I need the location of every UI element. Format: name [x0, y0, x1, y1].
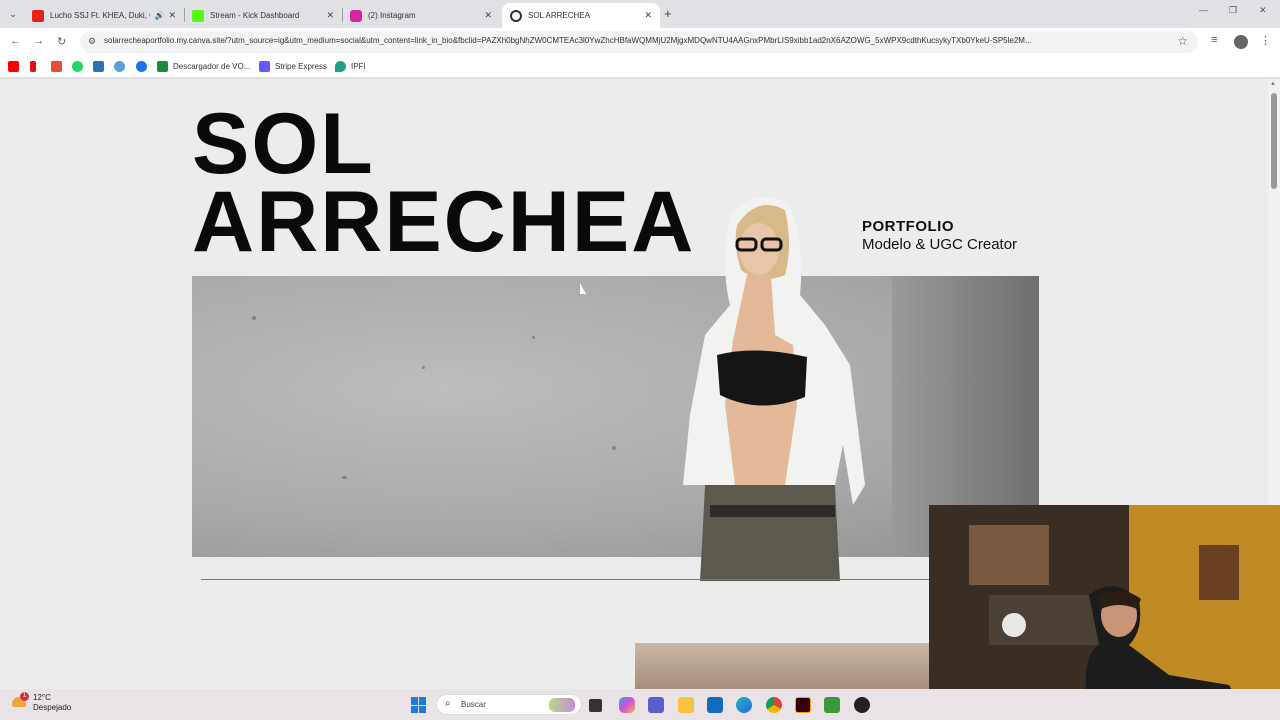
- close-icon[interactable]: ✕: [326, 10, 334, 21]
- tab-youtube[interactable]: Lucho SSJ Ft. KHEA, Duki, C 🔊 ✕: [24, 3, 184, 28]
- copilot-icon[interactable]: [619, 697, 635, 713]
- play-icon: [136, 61, 147, 72]
- section-divider: [201, 579, 929, 580]
- scroll-up-arrow[interactable]: ▲: [1270, 81, 1276, 87]
- address-bar[interactable]: ⚙ solarrecheaportfolio.my.canva.site/?ut…: [80, 31, 1198, 53]
- tab-label: (2) Instagram: [368, 11, 416, 20]
- bookmark-whatsapp[interactable]: [72, 61, 88, 72]
- close-icon[interactable]: ✕: [168, 10, 176, 21]
- bookmarks-bar: Descargador de VO... Stripe Express IPFI: [0, 56, 1280, 78]
- second-photo-preview: [635, 643, 935, 689]
- concrete-texture-banner: [192, 276, 1039, 557]
- media-control-icon[interactable]: ≡: [1211, 34, 1217, 46]
- bookmark-label: Descargador de VO...: [173, 62, 251, 71]
- bookmark-youtube[interactable]: [8, 61, 24, 72]
- search-icon: ⌕: [445, 698, 451, 709]
- texture-speck: [252, 316, 256, 320]
- weather-desc: Despejado: [33, 703, 72, 712]
- texture-speck: [422, 366, 425, 369]
- tab-sol-arrechea[interactable]: SOL ARRECHEA ✕: [502, 3, 660, 28]
- tab-label: SOL ARRECHEA: [528, 11, 590, 20]
- obs-icon[interactable]: [854, 697, 870, 713]
- site-info-icon[interactable]: ⚙: [88, 36, 96, 47]
- teams-icon[interactable]: [648, 697, 664, 713]
- tab-search-icon[interactable]: ⌄: [5, 6, 21, 22]
- portfolio-heading: PORTFOLIO: [862, 218, 954, 235]
- chrome-icon[interactable]: [766, 697, 782, 713]
- start-tile: [419, 697, 426, 705]
- bookmark-play[interactable]: [136, 61, 152, 72]
- taskbar-search[interactable]: ⌕ Buscar: [436, 694, 582, 715]
- file-explorer-icon[interactable]: [678, 697, 694, 713]
- youtube-icon: [8, 61, 19, 72]
- outlook-icon[interactable]: [707, 697, 723, 713]
- stripe-icon: [259, 61, 270, 72]
- start-tile: [419, 705, 426, 713]
- bookmark-adobe[interactable]: [51, 61, 67, 72]
- start-tile: [411, 697, 418, 705]
- tab-label: Stream - Kick Dashboard: [210, 11, 300, 20]
- reload-button[interactable]: ↻: [57, 35, 66, 48]
- tab-label: Lucho SSJ Ft. KHEA, Duki, C: [50, 11, 151, 20]
- illustrator-icon[interactable]: [795, 697, 811, 713]
- weather-temp: 12°C: [33, 693, 51, 702]
- bookmark-star-icon[interactable]: ☆: [1177, 34, 1188, 48]
- task-view-icon[interactable]: [589, 699, 602, 712]
- weather-widget[interactable]: 12°C Despejado: [33, 693, 71, 713]
- bookmark-netflix[interactable]: [30, 61, 41, 72]
- link-icon: [114, 61, 125, 72]
- speaker-icon[interactable]: 🔊: [154, 11, 164, 20]
- bookmark-label: IPFI: [351, 62, 366, 71]
- notification-badge: 1: [20, 692, 29, 701]
- kick-icon: [192, 9, 204, 22]
- mouse-cursor: [580, 283, 586, 294]
- tab-kick[interactable]: Stream - Kick Dashboard ✕: [184, 3, 342, 28]
- bookmark-label: Stripe Express: [275, 62, 328, 71]
- minimize-button[interactable]: —: [1199, 5, 1208, 15]
- youtube-icon: [32, 9, 44, 22]
- url-text: solarrecheaportfolio.my.canva.site/?utm_…: [104, 36, 1032, 45]
- close-window-button[interactable]: ✕: [1259, 5, 1267, 16]
- bookmark-descargador[interactable]: Descargador de VO...: [157, 61, 250, 72]
- tab-instagram[interactable]: (2) Instagram ✕: [342, 3, 500, 28]
- netflix-icon: [30, 61, 36, 72]
- bookmark-link[interactable]: [114, 61, 130, 72]
- close-icon[interactable]: ✕: [484, 10, 492, 21]
- forward-button[interactable]: →: [33, 35, 44, 47]
- bookmark-ipfi[interactable]: IPFI: [335, 61, 366, 72]
- bookmark-app[interactable]: [93, 61, 109, 72]
- close-icon[interactable]: ✕: [644, 10, 652, 21]
- ipfi-icon: [335, 61, 346, 72]
- texture-speck: [342, 476, 347, 479]
- page-title-last-name: ARRECHEA: [192, 174, 696, 270]
- start-tile: [411, 705, 418, 713]
- model-photo: [683, 197, 865, 581]
- restore-button[interactable]: ❐: [1229, 5, 1237, 16]
- texture-speck: [612, 446, 616, 450]
- whatsapp-icon: [72, 61, 83, 72]
- texture-speck: [532, 336, 535, 339]
- app-green-icon[interactable]: [824, 697, 840, 713]
- profile-avatar[interactable]: [1234, 35, 1248, 49]
- edge-icon[interactable]: [736, 697, 752, 713]
- adobe-icon: [51, 61, 62, 72]
- search-highlight-icon: [549, 698, 575, 712]
- new-tab-button[interactable]: +: [664, 6, 672, 21]
- windows-start-icon[interactable]: [411, 697, 427, 713]
- windows-taskbar: 1 12°C Despejado ⌕ Buscar: [0, 689, 1280, 720]
- app-icon: [93, 61, 104, 72]
- back-button[interactable]: ←: [10, 35, 21, 47]
- portfolio-subtitle: Modelo & UGC Creator: [862, 236, 1018, 253]
- search-placeholder: Buscar: [461, 700, 486, 709]
- browser-toolbar: ← → ↻ ⚙ solarrecheaportfolio.my.canva.si…: [0, 28, 1280, 56]
- tab-bar: ⌄ Lucho SSJ Ft. KHEA, Duki, C 🔊 ✕ Stream…: [0, 0, 1280, 28]
- bookmark-stripe[interactable]: Stripe Express: [259, 61, 327, 72]
- webcam-overlay: [929, 505, 1280, 720]
- download-icon: [157, 61, 168, 72]
- canva-icon: [510, 9, 522, 22]
- menu-icon[interactable]: ⋮: [1260, 34, 1271, 47]
- scrollbar-thumb[interactable]: [1271, 93, 1277, 189]
- instagram-icon: [350, 9, 362, 22]
